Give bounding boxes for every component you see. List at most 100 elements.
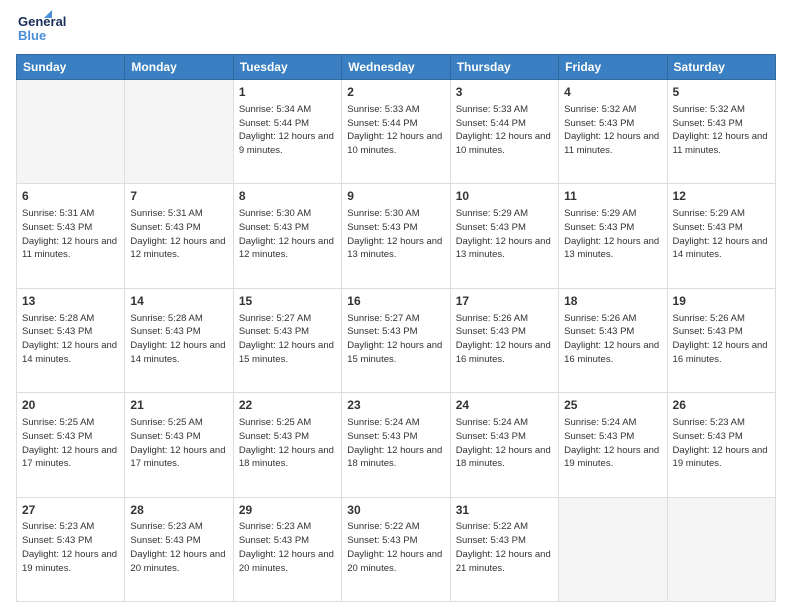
calendar-cell: 13Sunrise: 5:28 AM Sunset: 5:43 PM Dayli… — [17, 288, 125, 392]
day-number: 15 — [239, 293, 336, 310]
day-number: 25 — [564, 397, 661, 414]
calendar-cell: 23 Sunrise: 5:24 AM Sunset: 5:43 PM Dayli… — [342, 393, 450, 497]
day-info: Sunrise: 5:27 AM Sunset: 5:43 PM Dayligh… — [347, 312, 444, 367]
day-info: Sunrise: 5:31 AM Sunset: 5:43 PM Dayligh… — [130, 207, 227, 262]
day-number: 29 — [239, 502, 336, 519]
calendar-cell: 24 Sunrise: 5:24 AM Sunset: 5:43 PM Dayli… — [450, 393, 558, 497]
page: General Blue SundayMondayTuesdayWednesda… — [0, 0, 792, 612]
day-info: Sunrise: 5:30 AM Sunset: 5:43 PM Dayligh… — [347, 207, 444, 262]
calendar-cell: 29Sunrise: 5:23 AM Sunset: 5:43 PM Dayli… — [233, 497, 341, 601]
calendar-cell — [559, 497, 667, 601]
day-number: 26 — [673, 397, 770, 414]
weekday-header-row: SundayMondayTuesdayWednesdayThursdayFrid… — [17, 55, 776, 80]
svg-text:Blue: Blue — [18, 28, 46, 43]
calendar-cell: 1 Sunrise: 5:34 AM Sunset: 5:44 PM Daylig… — [233, 80, 341, 184]
day-info: Sunrise: 5:25 AM Sunset: 5:43 PM Dayligh… — [239, 416, 336, 471]
day-info: Sunrise: 5:29 AM Sunset: 5:43 PM Dayligh… — [673, 207, 770, 262]
day-info: Sunrise: 5:24 AM Sunset: 5:43 PM Dayligh… — [456, 416, 553, 471]
day-number: 23 — [347, 397, 444, 414]
day-info: Sunrise: 5:26 AM Sunset: 5:43 PM Dayligh… — [673, 312, 770, 367]
day-number: 31 — [456, 502, 553, 519]
day-info: Sunrise: 5:32 AM Sunset: 5:43 PM Dayligh… — [673, 103, 770, 158]
calendar-cell: 10 Sunrise: 5:29 AM Sunset: 5:43 PM Dayli… — [450, 184, 558, 288]
day-info: Sunrise: 5:32 AM Sunset: 5:43 PM Dayligh… — [564, 103, 661, 158]
calendar-cell: 8 Sunrise: 5:30 AM Sunset: 5:43 PM Daylig… — [233, 184, 341, 288]
day-number: 9 — [347, 188, 444, 205]
day-info: Sunrise: 5:34 AM Sunset: 5:44 PM Dayligh… — [239, 103, 336, 158]
day-info: Sunrise: 5:27 AM Sunset: 5:43 PM Dayligh… — [239, 312, 336, 367]
day-info: Sunrise: 5:26 AM Sunset: 5:43 PM Dayligh… — [564, 312, 661, 367]
calendar-week-row: 6Sunrise: 5:31 AM Sunset: 5:43 PM Daylig… — [17, 184, 776, 288]
day-number: 8 — [239, 188, 336, 205]
calendar-cell: 7 Sunrise: 5:31 AM Sunset: 5:43 PM Daylig… — [125, 184, 233, 288]
calendar-cell: 15 Sunrise: 5:27 AM Sunset: 5:43 PM Dayli… — [233, 288, 341, 392]
calendar-cell: 28Sunrise: 5:23 AM Sunset: 5:43 PM Dayli… — [125, 497, 233, 601]
day-info: Sunrise: 5:30 AM Sunset: 5:43 PM Dayligh… — [239, 207, 336, 262]
day-number: 2 — [347, 84, 444, 101]
calendar-cell: 2 Sunrise: 5:33 AM Sunset: 5:44 PM Daylig… — [342, 80, 450, 184]
calendar-cell: 30Sunrise: 5:22 AM Sunset: 5:43 PM Dayli… — [342, 497, 450, 601]
day-info: Sunrise: 5:25 AM Sunset: 5:43 PM Dayligh… — [130, 416, 227, 471]
calendar-cell: 6Sunrise: 5:31 AM Sunset: 5:43 PM Daylig… — [17, 184, 125, 288]
calendar-week-row: 1 Sunrise: 5:34 AM Sunset: 5:44 PM Daylig… — [17, 80, 776, 184]
day-info: Sunrise: 5:28 AM Sunset: 5:43 PM Dayligh… — [22, 312, 119, 367]
day-number: 22 — [239, 397, 336, 414]
day-number: 17 — [456, 293, 553, 310]
day-number: 19 — [673, 293, 770, 310]
day-number: 30 — [347, 502, 444, 519]
logo-icon: General Blue — [16, 10, 96, 46]
svg-text:General: General — [18, 14, 66, 29]
day-number: 1 — [239, 84, 336, 101]
day-number: 10 — [456, 188, 553, 205]
day-info: Sunrise: 5:28 AM Sunset: 5:43 PM Dayligh… — [130, 312, 227, 367]
day-info: Sunrise: 5:23 AM Sunset: 5:43 PM Dayligh… — [22, 520, 119, 575]
day-number: 16 — [347, 293, 444, 310]
day-info: Sunrise: 5:23 AM Sunset: 5:43 PM Dayligh… — [130, 520, 227, 575]
day-number: 21 — [130, 397, 227, 414]
calendar-cell: 4 Sunrise: 5:32 AM Sunset: 5:43 PM Daylig… — [559, 80, 667, 184]
day-number: 11 — [564, 188, 661, 205]
weekday-header-friday: Friday — [559, 55, 667, 80]
day-number: 28 — [130, 502, 227, 519]
calendar-cell: 5 Sunrise: 5:32 AM Sunset: 5:43 PM Daylig… — [667, 80, 775, 184]
calendar-cell: 31Sunrise: 5:22 AM Sunset: 5:43 PM Dayli… — [450, 497, 558, 601]
calendar-cell: 21 Sunrise: 5:25 AM Sunset: 5:43 PM Dayli… — [125, 393, 233, 497]
logo: General Blue — [16, 10, 96, 46]
day-info: Sunrise: 5:22 AM Sunset: 5:43 PM Dayligh… — [456, 520, 553, 575]
day-number: 20 — [22, 397, 119, 414]
calendar-cell: 3 Sunrise: 5:33 AM Sunset: 5:44 PM Daylig… — [450, 80, 558, 184]
day-number: 5 — [673, 84, 770, 101]
calendar-cell: 25Sunrise: 5:24 AM Sunset: 5:43 PM Dayli… — [559, 393, 667, 497]
day-info: Sunrise: 5:22 AM Sunset: 5:43 PM Dayligh… — [347, 520, 444, 575]
day-number: 18 — [564, 293, 661, 310]
calendar-cell — [17, 80, 125, 184]
calendar-cell: 17Sunrise: 5:26 AM Sunset: 5:43 PM Dayli… — [450, 288, 558, 392]
day-info: Sunrise: 5:23 AM Sunset: 5:43 PM Dayligh… — [239, 520, 336, 575]
calendar-cell — [125, 80, 233, 184]
calendar-week-row: 20 Sunrise: 5:25 AM Sunset: 5:43 PM Dayli… — [17, 393, 776, 497]
calendar-table: SundayMondayTuesdayWednesdayThursdayFrid… — [16, 54, 776, 602]
weekday-header-monday: Monday — [125, 55, 233, 80]
day-number: 3 — [456, 84, 553, 101]
day-number: 4 — [564, 84, 661, 101]
calendar-cell: 19 Sunrise: 5:26 AM Sunset: 5:43 PM Dayli… — [667, 288, 775, 392]
day-number: 7 — [130, 188, 227, 205]
calendar-cell: 11 Sunrise: 5:29 AM Sunset: 5:43 PM Dayli… — [559, 184, 667, 288]
calendar-week-row: 13Sunrise: 5:28 AM Sunset: 5:43 PM Dayli… — [17, 288, 776, 392]
day-info: Sunrise: 5:24 AM Sunset: 5:43 PM Dayligh… — [347, 416, 444, 471]
calendar-cell: 27Sunrise: 5:23 AM Sunset: 5:43 PM Dayli… — [17, 497, 125, 601]
day-info: Sunrise: 5:33 AM Sunset: 5:44 PM Dayligh… — [456, 103, 553, 158]
calendar-cell: 16 Sunrise: 5:27 AM Sunset: 5:43 PM Dayli… — [342, 288, 450, 392]
calendar-cell: 20 Sunrise: 5:25 AM Sunset: 5:43 PM Dayli… — [17, 393, 125, 497]
calendar-week-row: 27Sunrise: 5:23 AM Sunset: 5:43 PM Dayli… — [17, 497, 776, 601]
day-info: Sunrise: 5:25 AM Sunset: 5:43 PM Dayligh… — [22, 416, 119, 471]
calendar-cell: 18 Sunrise: 5:26 AM Sunset: 5:43 PM Dayli… — [559, 288, 667, 392]
day-info: Sunrise: 5:29 AM Sunset: 5:43 PM Dayligh… — [456, 207, 553, 262]
day-info: Sunrise: 5:33 AM Sunset: 5:44 PM Dayligh… — [347, 103, 444, 158]
weekday-header-wednesday: Wednesday — [342, 55, 450, 80]
day-number: 24 — [456, 397, 553, 414]
calendar-cell: 12 Sunrise: 5:29 AM Sunset: 5:43 PM Dayli… — [667, 184, 775, 288]
weekday-header-saturday: Saturday — [667, 55, 775, 80]
day-info: Sunrise: 5:29 AM Sunset: 5:43 PM Dayligh… — [564, 207, 661, 262]
day-number: 12 — [673, 188, 770, 205]
